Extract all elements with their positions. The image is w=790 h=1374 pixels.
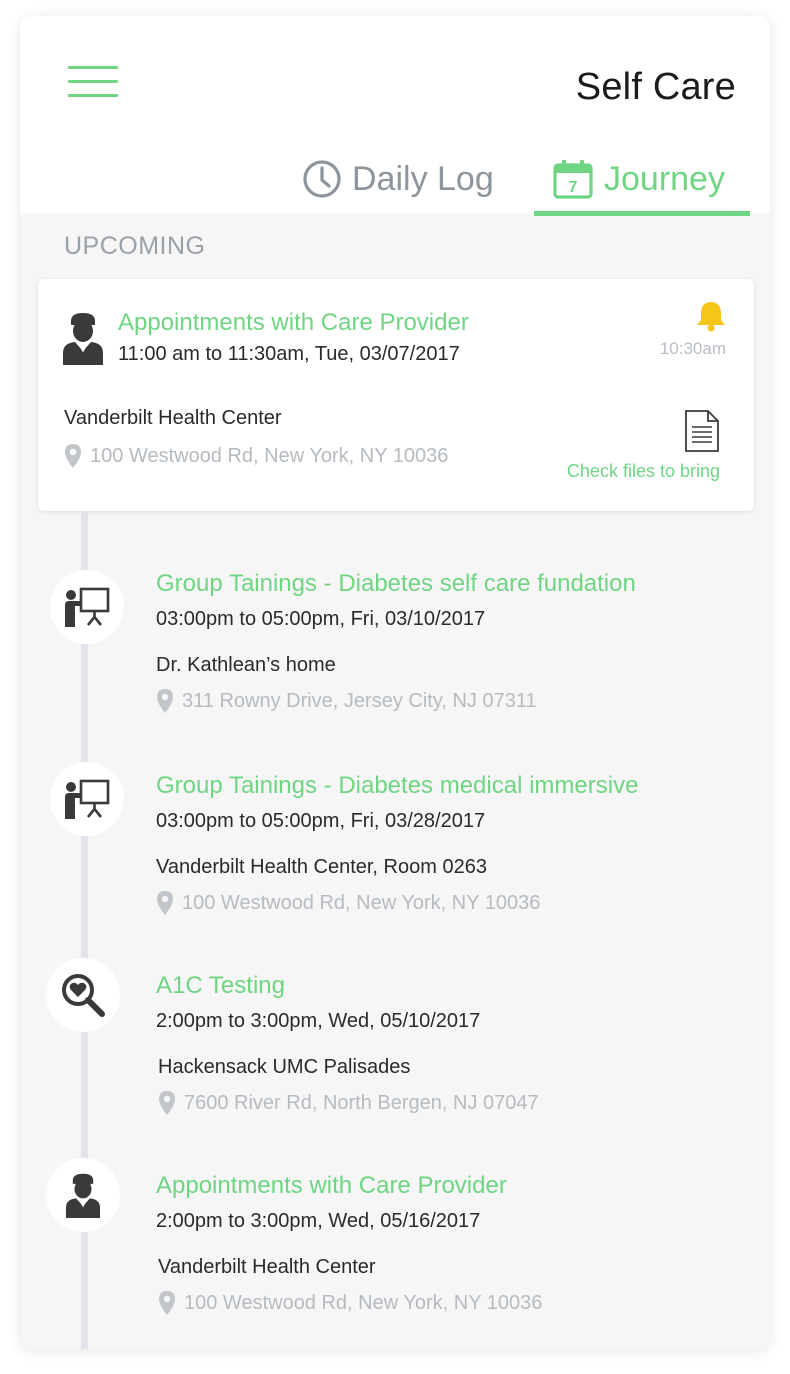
timeline-event: Group Tainings - Diabetes self care fund… bbox=[20, 556, 770, 736]
location-name: Vanderbilt Health Center bbox=[64, 407, 282, 429]
header: Self Care Daily Log 7 Journey bbox=[20, 16, 770, 216]
event-location-name: Hackensack UMC Palisades bbox=[158, 1056, 411, 1078]
location-pin-icon bbox=[157, 689, 173, 713]
location-pin-icon bbox=[159, 1091, 175, 1115]
event-title[interactable]: Group Tainings - Diabetes medical immers… bbox=[156, 772, 638, 800]
event-location-name: Vanderbilt Health Center bbox=[158, 1256, 376, 1278]
event-icon-button[interactable] bbox=[46, 1158, 120, 1232]
bell-icon[interactable] bbox=[694, 299, 728, 333]
check-files-link[interactable]: Check files to bring bbox=[567, 461, 720, 482]
event-title[interactable]: Appointments with Care Provider bbox=[156, 1172, 507, 1200]
event-address: 7600 River Rd, North Bergen, NJ 07047 bbox=[158, 1090, 539, 1116]
reminder-time: 10:30am bbox=[659, 339, 726, 358]
presentation-icon bbox=[65, 779, 110, 819]
doctor-icon bbox=[65, 1173, 101, 1218]
active-tab-indicator bbox=[534, 211, 750, 216]
tab-journey[interactable]: 7 Journey bbox=[534, 154, 750, 216]
doctor-icon bbox=[63, 313, 103, 365]
timeline-event: Group Tainings - Diabetes medical immers… bbox=[20, 758, 770, 938]
address-text: 100 Westwood Rd, New York, NY 10036 bbox=[182, 891, 541, 914]
address-text: 100 Westwood Rd, New York, NY 10036 bbox=[90, 444, 449, 467]
section-label: UPCOMING bbox=[64, 232, 206, 260]
hamburger-menu-icon[interactable] bbox=[68, 66, 120, 100]
event-icon-button[interactable] bbox=[50, 762, 124, 836]
location-pin-icon bbox=[65, 444, 81, 468]
heart-search-icon bbox=[62, 974, 105, 1017]
app-window: Self Care Daily Log 7 Journey UPCOMING A… bbox=[20, 16, 770, 1349]
location-address: 100 Westwood Rd, New York, NY 10036 bbox=[64, 443, 448, 469]
upcoming-appointment-card[interactable]: Appointments with Care Provider 11:00 am… bbox=[38, 279, 754, 511]
event-address: 100 Westwood Rd, New York, NY 10036 bbox=[156, 890, 540, 916]
tab-daily-log[interactable]: Daily Log bbox=[302, 154, 494, 214]
document-icon[interactable] bbox=[684, 409, 720, 453]
page-title: Self Care bbox=[575, 66, 736, 108]
event-time: 03:00pm to 05:00pm, Fri, 03/10/2017 bbox=[156, 608, 486, 630]
address-text: 7600 River Rd, North Bergen, NJ 07047 bbox=[184, 1091, 539, 1114]
event-location-name: Vanderbilt Health Center, Room 0263 bbox=[156, 856, 487, 878]
appointment-title: Appointments with Care Provider bbox=[118, 309, 469, 336]
event-location-name: Dr. Kathlean’s home bbox=[156, 654, 336, 676]
address-text: 100 Westwood Rd, New York, NY 10036 bbox=[184, 1291, 543, 1314]
timeline-event: A1C Testing 2:00pm to 3:00pm, Wed, 05/10… bbox=[20, 958, 770, 1138]
event-address: 311 Rowny Drive, Jersey City, NJ 07311 bbox=[156, 688, 537, 714]
location-pin-icon bbox=[157, 891, 173, 915]
event-time: 03:00pm to 05:00pm, Fri, 03/28/2017 bbox=[156, 810, 486, 832]
address-text: 311 Rowny Drive, Jersey City, NJ 07311 bbox=[182, 689, 537, 712]
appointment-time: 11:00 am to 11:30am, Tue, 03/07/2017 bbox=[118, 343, 460, 365]
tab-label: Daily Log bbox=[352, 159, 494, 198]
calendar-icon: 7 bbox=[553, 160, 593, 199]
event-icon-button[interactable] bbox=[46, 958, 120, 1032]
event-time: 2:00pm to 3:00pm, Wed, 05/10/2017 bbox=[156, 1010, 481, 1032]
event-address: 100 Westwood Rd, New York, NY 10036 bbox=[158, 1290, 542, 1316]
clock-icon bbox=[303, 160, 341, 198]
event-time: 2:00pm to 3:00pm, Wed, 05/16/2017 bbox=[156, 1210, 481, 1232]
calendar-day: 7 bbox=[569, 179, 578, 196]
event-title[interactable]: A1C Testing bbox=[156, 972, 285, 1000]
location-pin-icon bbox=[159, 1291, 175, 1315]
event-icon-button[interactable] bbox=[50, 570, 124, 644]
event-title[interactable]: Group Tainings - Diabetes self care fund… bbox=[156, 570, 636, 598]
tab-label: Journey bbox=[604, 159, 725, 198]
timeline-event: Appointments with Care Provider 2:00pm t… bbox=[20, 1158, 770, 1338]
presentation-icon bbox=[65, 587, 110, 627]
